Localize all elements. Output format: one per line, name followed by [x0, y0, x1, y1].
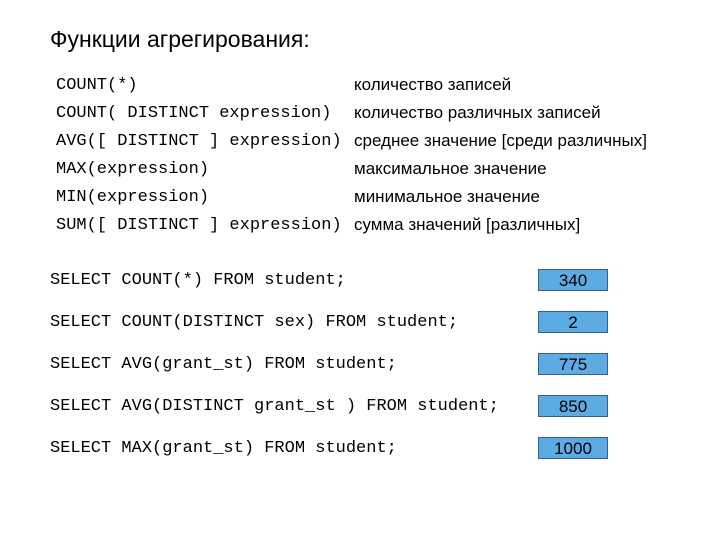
table-row: COUNT(*) количество записей — [56, 71, 647, 99]
function-description: сумма значений [различных] — [354, 211, 647, 239]
function-description: количество записей — [354, 71, 647, 99]
query-result: 1000 — [538, 437, 608, 459]
sql-query: SELECT COUNT(*) FROM student; — [50, 271, 538, 290]
table-row: COUNT( DISTINCT expression) количество р… — [56, 99, 647, 127]
function-signature: SUM([ DISTINCT ] expression) — [56, 211, 354, 239]
table-row: SUM([ DISTINCT ] expression) сумма значе… — [56, 211, 647, 239]
function-description: среднее значение [среди различных] — [354, 127, 647, 155]
query-row: SELECT AVG(DISTINCT grant_st ) FROM stud… — [50, 395, 720, 417]
query-row: SELECT MAX(grant_st) FROM student; 1000 — [50, 437, 720, 459]
query-row: SELECT COUNT(DISTINCT sex) FROM student;… — [50, 311, 720, 333]
table-row: MAX(expression) максимальное значение — [56, 155, 647, 183]
sql-query: SELECT AVG(DISTINCT grant_st ) FROM stud… — [50, 397, 538, 416]
sql-query: SELECT AVG(grant_st) FROM student; — [50, 355, 538, 374]
functions-table: COUNT(*) количество записей COUNT( DISTI… — [56, 71, 647, 239]
table-row: AVG([ DISTINCT ] expression) среднее зна… — [56, 127, 647, 155]
query-result: 775 — [538, 353, 608, 375]
sql-query: SELECT MAX(grant_st) FROM student; — [50, 439, 538, 458]
function-signature: COUNT(*) — [56, 71, 354, 99]
sql-query: SELECT COUNT(DISTINCT sex) FROM student; — [50, 313, 538, 332]
function-description: минимальное значение — [354, 183, 647, 211]
query-result: 850 — [538, 395, 608, 417]
page-title: Функции агрегирования: — [50, 26, 720, 53]
function-signature: MIN(expression) — [56, 183, 354, 211]
query-result: 2 — [538, 311, 608, 333]
function-description: количество различных записей — [354, 99, 647, 127]
function-signature: AVG([ DISTINCT ] expression) — [56, 127, 354, 155]
query-row: SELECT COUNT(*) FROM student; 340 — [50, 269, 720, 291]
function-signature: COUNT( DISTINCT expression) — [56, 99, 354, 127]
query-result: 340 — [538, 269, 608, 291]
slide: Функции агрегирования: COUNT(*) количест… — [0, 0, 720, 459]
query-row: SELECT AVG(grant_st) FROM student; 775 — [50, 353, 720, 375]
queries-list: SELECT COUNT(*) FROM student; 340 SELECT… — [50, 269, 720, 459]
table-row: MIN(expression) минимальное значение — [56, 183, 647, 211]
function-description: максимальное значение — [354, 155, 647, 183]
function-signature: MAX(expression) — [56, 155, 354, 183]
